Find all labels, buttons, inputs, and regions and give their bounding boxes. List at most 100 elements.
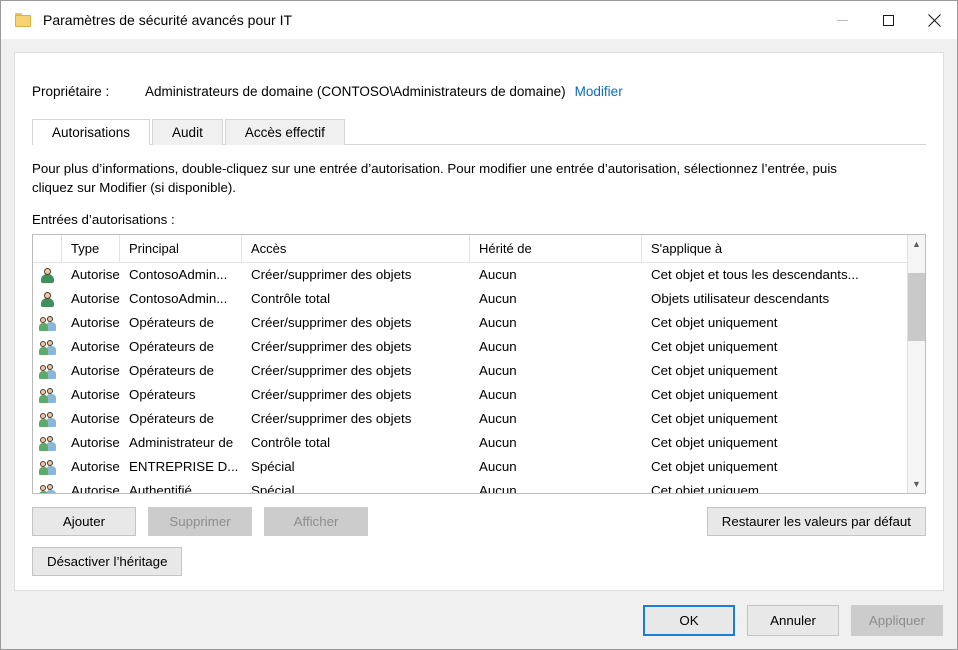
apply-button[interactable]: Appliquer	[851, 604, 943, 636]
grid-wrapper: Type Principal Accès Hérité de S'appliqu…	[33, 234, 925, 493]
row-type: Autoriser	[71, 483, 120, 493]
header-icon-spacer	[33, 234, 62, 262]
scroll-up-button[interactable]: ▲	[908, 235, 925, 253]
table-row[interactable]: Autoriser Opérateurs de Créer/supprimer de…	[33, 407, 907, 431]
header-type[interactable]: Type	[62, 234, 120, 262]
row-applique: Cet objet uniquement	[651, 339, 778, 355]
row-type: Autoriser	[71, 315, 120, 331]
row-herite-de: Aucun	[479, 483, 517, 493]
row-applique: Cet objet uniquement	[651, 411, 778, 427]
maximize-button[interactable]	[865, 1, 911, 39]
row-herite-de: Aucun	[479, 363, 517, 379]
row-applique: Cet objet uniquement	[651, 363, 778, 379]
table-row[interactable]: Autoriser Authentifié... Spécial Aucun Cet o…	[33, 479, 907, 493]
row-principal: ContosoAdmin...	[129, 291, 228, 307]
remove-button[interactable]: Supprimer	[148, 507, 252, 536]
group-icon	[39, 363, 56, 379]
row-acces: Créer/supprimer des objets	[251, 411, 412, 427]
header-acces[interactable]: Accès	[242, 234, 470, 262]
window-controls	[819, 1, 957, 39]
row-applique: Cet objet et tous les descendants...	[651, 267, 859, 283]
row-acces: Créer/supprimer des objets	[251, 315, 412, 331]
header-principal[interactable]: Principal	[120, 234, 242, 262]
table-row[interactable]: Autoriser ContosoAdmin... Créer/supprimer …	[33, 263, 907, 287]
scroll-thumb[interactable]	[908, 272, 925, 341]
table-header: Type Principal Accès Hérité de S'appliqu…	[33, 234, 907, 263]
row-applique: Cet objet uniquem	[651, 483, 759, 493]
row-acces: Contrôle total	[251, 291, 331, 307]
row-type: Autoriser	[71, 291, 120, 307]
row-acces: Spécial	[251, 483, 295, 493]
maximize-icon	[882, 14, 894, 26]
add-button[interactable]: Ajouter	[32, 507, 136, 536]
table-row[interactable]: Autoriser Opérateurs de Créer/supprimer de…	[33, 335, 907, 359]
row-principal: Opérateurs de	[129, 315, 215, 331]
group-icon	[39, 483, 56, 493]
permission-entries-list[interactable]: Type Principal Accès Hérité de S'appliqu…	[32, 233, 926, 494]
row-acces: Créer/supprimer des objets	[251, 387, 412, 403]
row-applique: Cet objet uniquement	[651, 387, 778, 403]
table-row[interactable]: Autoriser Opérateurs de Créer/supprimer de…	[33, 311, 907, 335]
disable-inheritance-button[interactable]: Désactiver l’héritage	[32, 547, 183, 576]
dialog-body: Propriétaire : Administrateurs de domain…	[1, 39, 957, 591]
table-row[interactable]: Autoriser Opérateurs de Créer/supprimer de…	[33, 359, 907, 383]
ok-button[interactable]: OK	[643, 604, 735, 636]
dialog-footer: OK Annuler Appliquer	[1, 591, 957, 649]
view-button[interactable]: Afficher	[264, 507, 368, 536]
tab-autorisations[interactable]: Autorisations	[32, 118, 151, 146]
grid-main: Type Principal Accès Hérité de S'appliqu…	[33, 234, 907, 493]
row-herite-de: Aucun	[479, 411, 517, 427]
row-acces: Spécial	[251, 459, 295, 475]
row-principal: Administrateur de	[129, 435, 234, 451]
scroll-track[interactable]	[908, 253, 925, 475]
row-type-icon-cell	[33, 459, 62, 475]
list-vertical-scrollbar[interactable]: ▲ ▼	[907, 234, 925, 493]
tab-strip: Autorisations Audit Accès effectif	[32, 117, 926, 146]
tab-acces-effectif[interactable]: Accès effectif	[224, 118, 345, 145]
row-principal: ENTREPRISE D...	[129, 459, 239, 475]
row-applique: Cet objet uniquement	[651, 315, 778, 331]
tab-audit[interactable]: Audit	[152, 118, 223, 145]
row-type: Autoriser	[71, 411, 120, 427]
row-principal: Opérateurs de	[129, 363, 215, 379]
row-type-icon-cell	[33, 291, 62, 307]
row-type-icon-cell	[33, 315, 62, 331]
row-type: Autoriser	[71, 435, 120, 451]
table-row[interactable]: Autoriser Administrateur de Contrôle total…	[33, 431, 907, 455]
minimize-button[interactable]	[819, 1, 865, 39]
group-icon	[39, 459, 56, 475]
row-type-icon-cell	[33, 267, 62, 283]
close-button[interactable]	[911, 1, 957, 39]
minimize-icon	[836, 19, 848, 21]
advanced-security-settings-dialog: Paramètres de sécurité avancés pour IT P…	[0, 0, 958, 650]
restore-defaults-button[interactable]: Restaurer les valeurs par défaut	[706, 507, 926, 536]
row-principal: Opérateurs de	[129, 339, 215, 355]
row-acces: Créer/supprimer des objets	[251, 363, 412, 379]
row-applique: Objets utilisateur descendants	[651, 291, 830, 307]
scroll-down-button[interactable]: ▼	[908, 475, 925, 493]
table-row[interactable]: Autoriser ENTREPRISE D... Spécial Aucun Cet …	[33, 455, 907, 479]
row-herite-de: Aucun	[479, 387, 517, 403]
row-principal: Authentifié...	[129, 483, 203, 493]
list-actions-row: Ajouter Supprimer Afficher Restaurer les…	[32, 507, 926, 536]
table-row[interactable]: Autoriser Opérateurs Créer/supprimer des o…	[33, 383, 907, 407]
row-type-icon-cell	[33, 435, 62, 451]
header-herite-de[interactable]: Hérité de	[470, 234, 642, 262]
content-panel: Propriétaire : Administrateurs de domain…	[14, 52, 944, 591]
row-type-icon-cell	[33, 387, 62, 403]
group-icon	[39, 339, 56, 355]
cancel-button[interactable]: Annuler	[747, 604, 839, 636]
row-acces: Créer/supprimer des objets	[251, 339, 412, 355]
owner-row: Propriétaire : Administrateurs de domain…	[32, 84, 926, 99]
header-sapplique-a[interactable]: S'applique à	[642, 235, 907, 262]
row-applique: Cet objet uniquement	[651, 459, 778, 475]
row-type: Autoriser	[71, 459, 120, 475]
row-herite-de: Aucun	[479, 291, 517, 307]
entries-label: Entrées d’autorisations :	[32, 211, 175, 227]
table-row[interactable]: Autoriser ContosoAdmin... Contrôle total Au…	[33, 287, 907, 311]
row-principal: Opérateurs	[129, 387, 196, 403]
row-type-icon-cell	[33, 339, 62, 355]
row-type: Autoriser	[71, 363, 120, 379]
owner-change-link[interactable]: Modifier	[575, 84, 623, 99]
row-herite-de: Aucun	[479, 315, 517, 331]
